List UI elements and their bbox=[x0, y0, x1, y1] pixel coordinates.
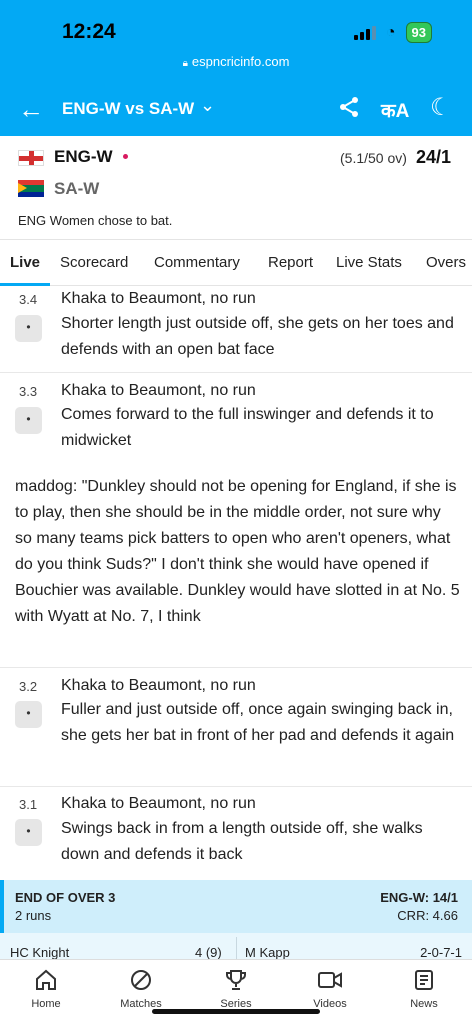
nav-news[interactable]: News bbox=[384, 968, 464, 1010]
team1-name: ENG-W bbox=[54, 147, 113, 166]
ball-number: 3.3 bbox=[19, 384, 38, 399]
url-text: espncricinfo.com bbox=[191, 54, 290, 69]
commentary-item: 3.2 • Khaka to Beaumont, no run Fuller a… bbox=[0, 668, 472, 787]
nav-matches[interactable]: Matches bbox=[101, 968, 181, 1010]
ball-description: Fuller and just outside off, once again … bbox=[61, 701, 455, 744]
chevron-down-icon[interactable]: ⌄ bbox=[200, 95, 215, 116]
match-title[interactable]: ENG-W vs SA-W bbox=[62, 99, 194, 119]
share-icon[interactable] bbox=[338, 96, 360, 124]
url-bar[interactable]: 🔒︎ espncricinfo.com bbox=[0, 54, 472, 82]
language-icon[interactable]: कA bbox=[381, 97, 409, 123]
batter-figures: 4 (9) bbox=[195, 945, 222, 960]
status-icons: ◔ 93 bbox=[353, 22, 432, 43]
bowler-figures: 2-0-7-1 bbox=[420, 945, 462, 960]
tab-report[interactable]: Report bbox=[268, 254, 313, 271]
divider bbox=[236, 937, 237, 959]
over-score: ENG-W: 14/1 bbox=[380, 890, 458, 905]
team1-score: 24/1 bbox=[416, 147, 452, 167]
dark-mode-moon-icon[interactable]: ☾ bbox=[430, 93, 452, 122]
tab-live[interactable]: Live bbox=[10, 254, 40, 271]
ball-headline: Khaka to Beaumont, no run bbox=[61, 290, 256, 307]
ball-headline: Khaka to Beaumont, no run bbox=[61, 795, 256, 812]
video-icon bbox=[290, 968, 370, 998]
reader-comment: maddog: "Dunkley should not be opening f… bbox=[15, 478, 460, 625]
battery-indicator: 93 bbox=[405, 22, 432, 43]
ball-number: 3.4 bbox=[19, 292, 38, 307]
commentary-item: 3.4 • Khaka to Beaumont, no run Shorter … bbox=[0, 286, 472, 373]
signal-icon bbox=[353, 25, 376, 40]
england-flag-icon bbox=[18, 150, 44, 166]
over-players: HC Knight 4 (9) M Kapp 2-0-7-1 bbox=[0, 933, 472, 960]
back-arrow-icon[interactable]: ← bbox=[18, 94, 44, 125]
ball-description: Swings back in from a length outside off… bbox=[61, 820, 423, 863]
tab-scorecard[interactable]: Scorecard bbox=[60, 254, 128, 271]
home-icon bbox=[6, 968, 86, 998]
ball-number: 3.2 bbox=[19, 679, 38, 694]
score-panel[interactable]: ENG-W (5.1/50 ov) 24/1 SA-W ENG Women ch… bbox=[0, 136, 472, 240]
tab-live-stats[interactable]: Live Stats bbox=[336, 254, 402, 271]
ball-description: Shorter length just outside off, she get… bbox=[61, 315, 454, 358]
ball-result-chip: • bbox=[15, 407, 42, 434]
bottom-nav: Home Matches Series Videos News bbox=[0, 959, 472, 1024]
team2-name: SA-W bbox=[54, 179, 100, 198]
over-summary: END OF OVER 3 2 runs ENG-W: 14/1 CRR: 4.… bbox=[0, 880, 472, 933]
ball-headline: Khaka to Beaumont, no run bbox=[61, 382, 256, 399]
over-title: END OF OVER 3 bbox=[15, 890, 116, 905]
status-time: 12:24 bbox=[62, 20, 116, 43]
over-crr: CRR: 4.66 bbox=[397, 908, 458, 923]
ball-result-chip: • bbox=[15, 819, 42, 846]
app-header: ← ENG-W vs SA-W ⌄ कA ☾ bbox=[0, 82, 472, 136]
tab-overs[interactable]: Overs bbox=[426, 254, 466, 271]
overs-text: (5.1/50 ov) bbox=[340, 150, 407, 166]
nav-series[interactable]: Series bbox=[196, 968, 276, 1010]
ball-icon bbox=[101, 968, 181, 998]
status-bar: 12:24 ◔ 93 bbox=[0, 0, 472, 54]
nav-news-label: News bbox=[410, 998, 438, 1010]
commentary-item: 3.1 • Khaka to Beaumont, no run Swings b… bbox=[0, 787, 472, 880]
trophy-icon bbox=[196, 968, 276, 998]
ball-result-chip: • bbox=[15, 315, 42, 342]
nav-home[interactable]: Home bbox=[6, 968, 86, 1010]
commentary-item: 3.3 • Khaka to Beaumont, no run Comes fo… bbox=[0, 373, 472, 668]
over-runs: 2 runs bbox=[15, 908, 52, 923]
ball-result-chip: • bbox=[15, 701, 42, 728]
nav-home-label: Home bbox=[31, 998, 61, 1010]
ball-headline: Khaka to Beaumont, no run bbox=[61, 677, 256, 694]
ball-description: Comes forward to the full inswinger and … bbox=[61, 406, 434, 449]
batting-indicator-dot bbox=[123, 154, 128, 159]
news-icon bbox=[384, 968, 464, 998]
ball-number: 3.1 bbox=[19, 797, 38, 812]
match-tabs: Live Scorecard Commentary Report Live St… bbox=[0, 240, 472, 286]
nav-videos[interactable]: Videos bbox=[290, 968, 370, 1010]
wifi-icon: ◔ bbox=[385, 23, 396, 41]
home-indicator[interactable] bbox=[152, 1009, 320, 1014]
bowler-name[interactable]: M Kapp bbox=[245, 945, 290, 960]
toss-info: ENG Women chose to bat. bbox=[18, 213, 173, 228]
lock-icon: 🔒︎ bbox=[182, 58, 188, 69]
south-africa-flag-icon bbox=[18, 180, 44, 197]
tab-commentary[interactable]: Commentary bbox=[154, 254, 240, 271]
batter-name[interactable]: HC Knight bbox=[10, 945, 69, 960]
